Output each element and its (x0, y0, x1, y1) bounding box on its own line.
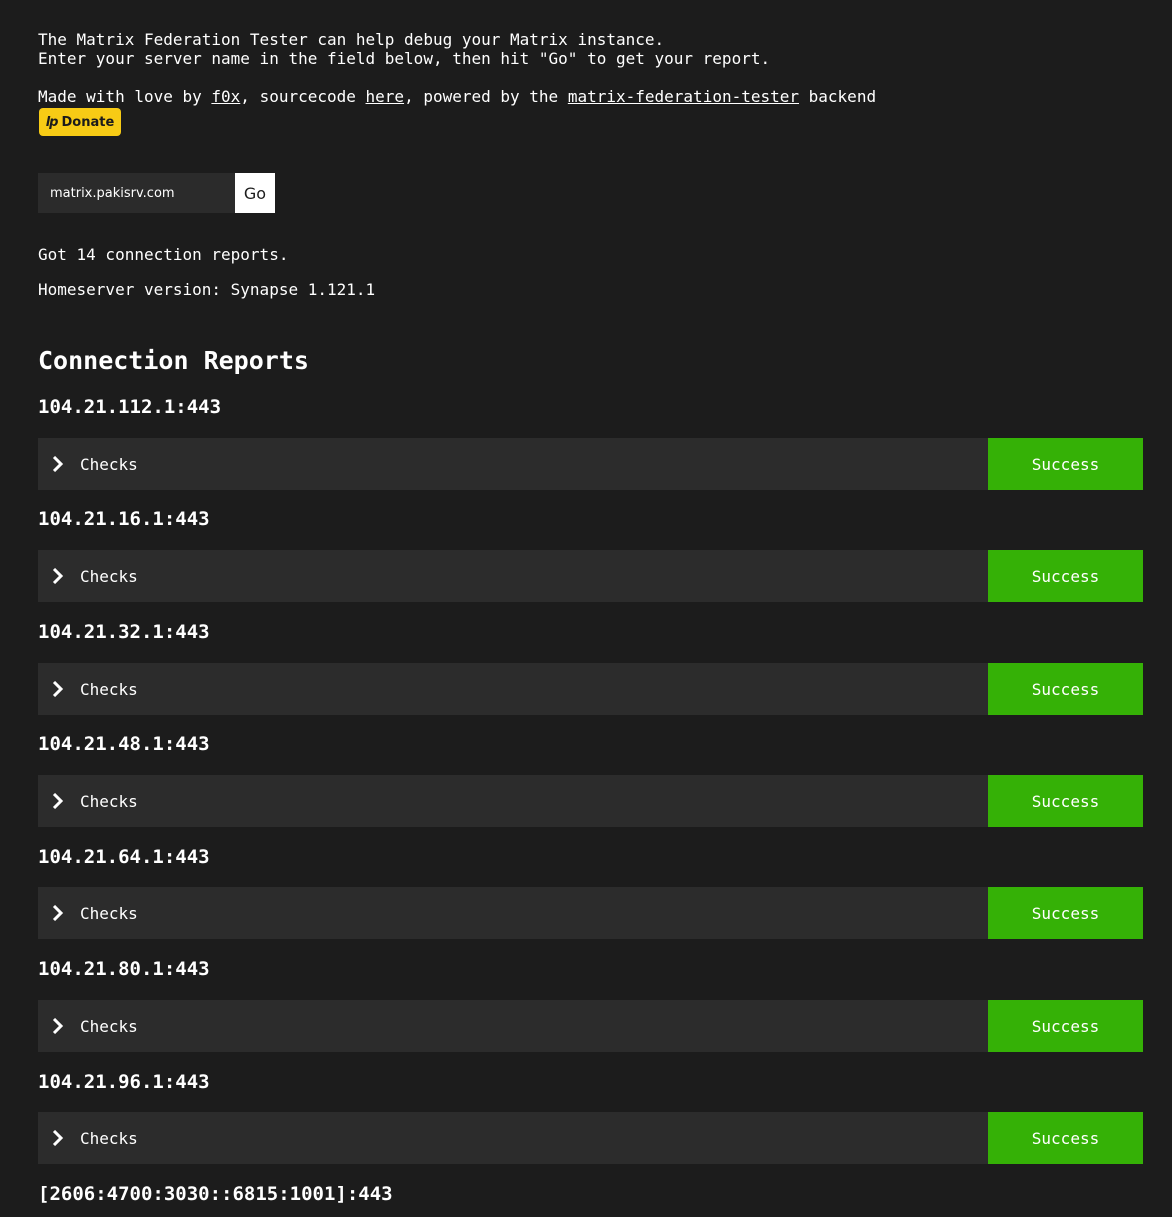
checks-label: Checks (80, 791, 138, 811)
report-host: [2606:4700:3030::6815:1001]:443 (38, 1183, 393, 1205)
chevron-right-icon (38, 1018, 78, 1034)
report-host: 104.21.112.1:443 (38, 396, 222, 418)
credits-mid-1: , sourcecode (240, 87, 366, 106)
go-button[interactable]: Go (235, 173, 275, 213)
report-host: 104.21.48.1:443 (38, 733, 210, 755)
chevron-right-icon (38, 1130, 78, 1146)
status-badge: Success (988, 1000, 1143, 1052)
checks-toggle[interactable]: Checks Success (38, 887, 1143, 939)
chevron-right-icon (38, 793, 78, 809)
checks-toggle[interactable]: Checks Success (38, 1000, 1143, 1052)
intro-line-1: The Matrix Federation Tester can help de… (38, 30, 665, 49)
status-badge: Success (988, 775, 1143, 827)
intro-line-2: Enter your server name in the field belo… (38, 49, 771, 68)
donate-label: Donate (61, 114, 115, 130)
backend-link[interactable]: matrix-federation-tester (568, 87, 799, 106)
report-host: 104.21.16.1:443 (38, 508, 210, 530)
page: The Matrix Federation Tester can help de… (0, 0, 1172, 1217)
chevron-right-icon (38, 456, 78, 472)
checks-label: Checks (80, 1016, 138, 1036)
credits-line: Made with love by f0x, sourcecode here, … (38, 87, 876, 106)
checks-label: Checks (80, 566, 138, 586)
donate-button[interactable]: lp Donate (39, 108, 121, 136)
checks-toggle[interactable]: Checks Success (38, 438, 1143, 490)
status-badge: Success (988, 550, 1143, 602)
checks-toggle[interactable]: Checks Success (38, 550, 1143, 602)
author-link[interactable]: f0x (211, 87, 240, 106)
credits-prefix: Made with love by (38, 87, 212, 106)
report-host: 104.21.80.1:443 (38, 958, 210, 980)
server-name-input[interactable] (38, 173, 235, 213)
report-count-text: Got 14 connection reports. (38, 245, 289, 264)
checks-toggle[interactable]: Checks Success (38, 1112, 1143, 1164)
checks-toggle[interactable]: Checks Success (38, 663, 1143, 715)
checks-label: Checks (80, 903, 138, 923)
credits-suffix: backend (799, 87, 877, 106)
chevron-right-icon (38, 568, 78, 584)
status-badge: Success (988, 663, 1143, 715)
report-host: 104.21.64.1:443 (38, 846, 210, 868)
status-badge: Success (988, 887, 1143, 939)
checks-label: Checks (80, 679, 138, 699)
liberapay-icon: lp (45, 114, 59, 130)
report-host: 104.21.32.1:443 (38, 621, 210, 643)
checks-label: Checks (80, 454, 138, 474)
homeserver-version-text: Homeserver version: Synapse 1.121.1 (38, 280, 376, 299)
report-host: 104.21.96.1:443 (38, 1071, 210, 1093)
connection-reports-heading: Connection Reports (38, 346, 309, 375)
status-badge: Success (988, 438, 1143, 490)
checks-label: Checks (80, 1128, 138, 1148)
intro-text: The Matrix Federation Tester can help de… (38, 30, 770, 68)
server-form: Go (38, 173, 275, 213)
status-badge: Success (988, 1112, 1143, 1164)
credits-mid-2: , powered by the (404, 87, 568, 106)
chevron-right-icon (38, 905, 78, 921)
sourcecode-link[interactable]: here (366, 87, 405, 106)
chevron-right-icon (38, 681, 78, 697)
checks-toggle[interactable]: Checks Success (38, 775, 1143, 827)
